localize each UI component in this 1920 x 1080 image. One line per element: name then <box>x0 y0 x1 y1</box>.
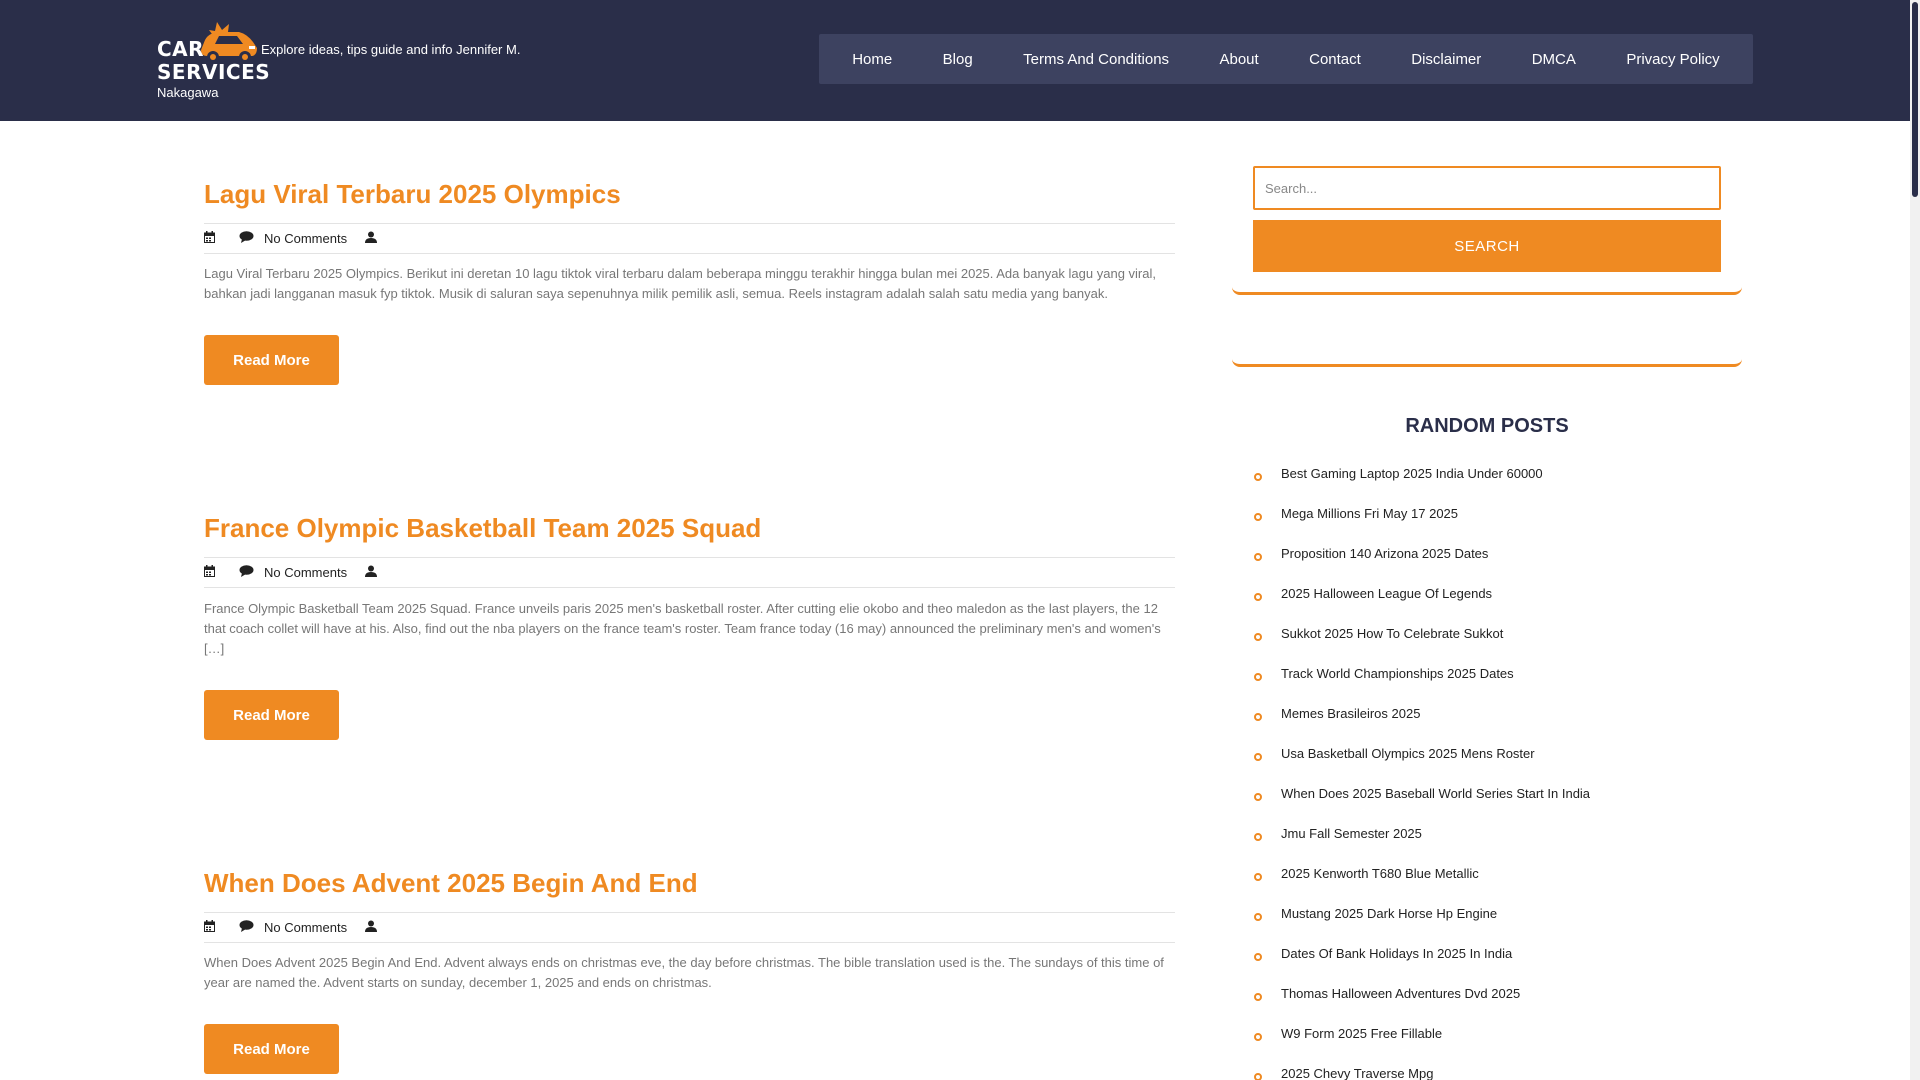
post-card: Lagu Viral Terbaru 2025 Olympics No Comm… <box>204 178 1175 385</box>
random-posts-heading: RANDOM POSTS <box>1405 415 1569 437</box>
random-post-link[interactable]: Mega Millions Fri May 17 2025 <box>1281 506 1458 521</box>
comment-icon <box>239 565 254 580</box>
nav-disclaimer[interactable]: Disclaimer <box>1411 51 1481 68</box>
bullet-icon <box>1254 633 1262 641</box>
post-excerpt: Lagu Viral Terbaru 2025 Olympics. Beriku… <box>204 266 1156 301</box>
random-post-link[interactable]: Track World Championships 2025 Dates <box>1281 666 1514 681</box>
random-posts-list: Best Gaming Laptop 2025 India Under 6000… <box>1253 466 1733 1080</box>
main-nav: Home Blog Terms And Conditions About Con… <box>819 34 1753 84</box>
list-item: Dates Of Bank Holidays In 2025 In India <box>1253 946 1733 986</box>
list-item: Usa Basketball Olympics 2025 Mens Roster <box>1253 746 1733 786</box>
read-more-button[interactable]: Read More <box>204 1024 339 1074</box>
user-icon <box>365 231 378 246</box>
post-excerpt: France Olympic Basketball Team 2025 Squa… <box>204 601 1161 656</box>
nav-blog[interactable]: Blog <box>943 51 973 68</box>
post-card: When Does Advent 2025 Begin And End No C… <box>204 867 1175 1074</box>
post-excerpt: When Does Advent 2025 Begin And End. Adv… <box>204 955 1164 990</box>
random-post-link[interactable]: 2025 Halloween League Of Legends <box>1281 586 1492 601</box>
list-item: Thomas Halloween Adventures Dvd 2025 <box>1253 986 1733 1026</box>
list-item: Best Gaming Laptop 2025 India Under 6000… <box>1253 466 1733 506</box>
random-post-link[interactable]: 2025 Chevy Traverse Mpg <box>1281 1066 1433 1080</box>
nav-dmca[interactable]: DMCA <box>1532 51 1576 68</box>
post-title[interactable]: Lagu Viral Terbaru 2025 Olympics <box>204 179 621 209</box>
bullet-icon <box>1254 993 1262 1001</box>
site-tagline: Explore ideas, tips guide and info Jenni… <box>261 42 521 57</box>
bullet-icon <box>1254 1073 1262 1080</box>
bullet-icon <box>1254 713 1262 721</box>
logo-line-car: CAR <box>157 37 205 61</box>
bullet-icon <box>1254 873 1262 881</box>
random-post-link[interactable]: Thomas Halloween Adventures Dvd 2025 <box>1281 986 1520 1001</box>
random-post-link[interactable]: Memes Brasileiros 2025 <box>1281 706 1420 721</box>
widget-divider <box>1232 285 1742 295</box>
post-comments-link[interactable]: No Comments <box>264 231 347 246</box>
read-more-button[interactable]: Read More <box>204 690 339 740</box>
bullet-icon <box>1254 553 1262 561</box>
list-item: Mustang 2025 Dark Horse Hp Engine <box>1253 906 1733 946</box>
list-item: When Does 2025 Baseball World Series Sta… <box>1253 786 1733 826</box>
list-item: Proposition 140 Arizona 2025 Dates <box>1253 546 1733 586</box>
user-icon <box>365 920 378 935</box>
post-card: France Olympic Basketball Team 2025 Squa… <box>204 512 1175 740</box>
search-input[interactable] <box>1253 166 1721 210</box>
random-post-link[interactable]: 2025 Kenworth T680 Blue Metallic <box>1281 866 1479 881</box>
bullet-icon <box>1254 473 1262 481</box>
list-item: Mega Millions Fri May 17 2025 <box>1253 506 1733 546</box>
bullet-icon <box>1254 593 1262 601</box>
post-comments-link[interactable]: No Comments <box>264 920 347 935</box>
bullet-icon <box>1254 673 1262 681</box>
bullet-icon <box>1254 513 1262 521</box>
calendar-icon <box>204 565 215 580</box>
random-post-link[interactable]: Best Gaming Laptop 2025 India Under 6000… <box>1281 466 1543 481</box>
site-header: CAR SERVICES Explore ideas, tips guide a… <box>0 0 1910 121</box>
nav-home[interactable]: Home <box>852 51 892 68</box>
random-post-link[interactable]: When Does 2025 Baseball World Series Sta… <box>1281 786 1590 801</box>
bullet-icon <box>1254 1033 1262 1041</box>
list-item: Track World Championships 2025 Dates <box>1253 666 1733 706</box>
bullet-icon <box>1254 913 1262 921</box>
bullet-icon <box>1254 833 1262 841</box>
list-item: 2025 Kenworth T680 Blue Metallic <box>1253 866 1733 906</box>
logo-text: CAR SERVICES <box>157 38 270 84</box>
nav-contact[interactable]: Contact <box>1309 51 1361 68</box>
post-meta: No Comments <box>204 912 1175 943</box>
list-item: W9 Form 2025 Free Fillable <box>1253 1026 1733 1066</box>
list-item: Memes Brasileiros 2025 <box>1253 706 1733 746</box>
list-item: 2025 Chevy Traverse Mpg <box>1253 1066 1733 1080</box>
nav-terms[interactable]: Terms And Conditions <box>1023 51 1169 68</box>
post-meta: No Comments <box>204 557 1175 588</box>
bullet-icon <box>1254 793 1262 801</box>
nav-about[interactable]: About <box>1219 51 1258 68</box>
post-meta: No Comments <box>204 223 1175 254</box>
calendar-icon <box>204 231 215 246</box>
bullet-icon <box>1254 753 1262 761</box>
list-item: Jmu Fall Semester 2025 <box>1253 826 1733 866</box>
logo-line-services: SERVICES <box>157 60 271 84</box>
random-post-link[interactable]: Mustang 2025 Dark Horse Hp Engine <box>1281 906 1497 921</box>
page-scrollbar[interactable] <box>1910 0 1920 1080</box>
bullet-icon <box>1254 953 1262 961</box>
nav-privacy[interactable]: Privacy Policy <box>1626 51 1719 68</box>
list-item: 2025 Halloween League Of Legends <box>1253 586 1733 626</box>
read-more-button[interactable]: Read More <box>204 335 339 385</box>
random-post-link[interactable]: Jmu Fall Semester 2025 <box>1281 826 1422 841</box>
post-title[interactable]: France Olympic Basketball Team 2025 Squa… <box>204 513 761 543</box>
search-button[interactable]: SEARCH <box>1253 220 1721 272</box>
scrollbar-thumb[interactable] <box>1912 2 1918 197</box>
random-post-link[interactable]: Sukkot 2025 How To Celebrate Sukkot <box>1281 626 1503 641</box>
comment-icon <box>239 231 254 246</box>
random-post-link[interactable]: Usa Basketball Olympics 2025 Mens Roster <box>1281 746 1535 761</box>
user-icon <box>365 565 378 580</box>
site-tagline-continued: Nakagawa <box>157 85 219 100</box>
random-post-link[interactable]: Dates Of Bank Holidays In 2025 In India <box>1281 946 1512 961</box>
post-comments-link[interactable]: No Comments <box>264 565 347 580</box>
random-post-link[interactable]: Proposition 140 Arizona 2025 Dates <box>1281 546 1488 561</box>
random-post-link[interactable]: W9 Form 2025 Free Fillable <box>1281 1026 1442 1041</box>
calendar-icon <box>204 920 215 935</box>
site-logo[interactable]: CAR SERVICES <box>157 18 270 84</box>
post-title[interactable]: When Does Advent 2025 Begin And End <box>204 868 698 898</box>
widget-divider <box>1232 357 1742 367</box>
comment-icon <box>239 920 254 935</box>
list-item: Sukkot 2025 How To Celebrate Sukkot <box>1253 626 1733 666</box>
